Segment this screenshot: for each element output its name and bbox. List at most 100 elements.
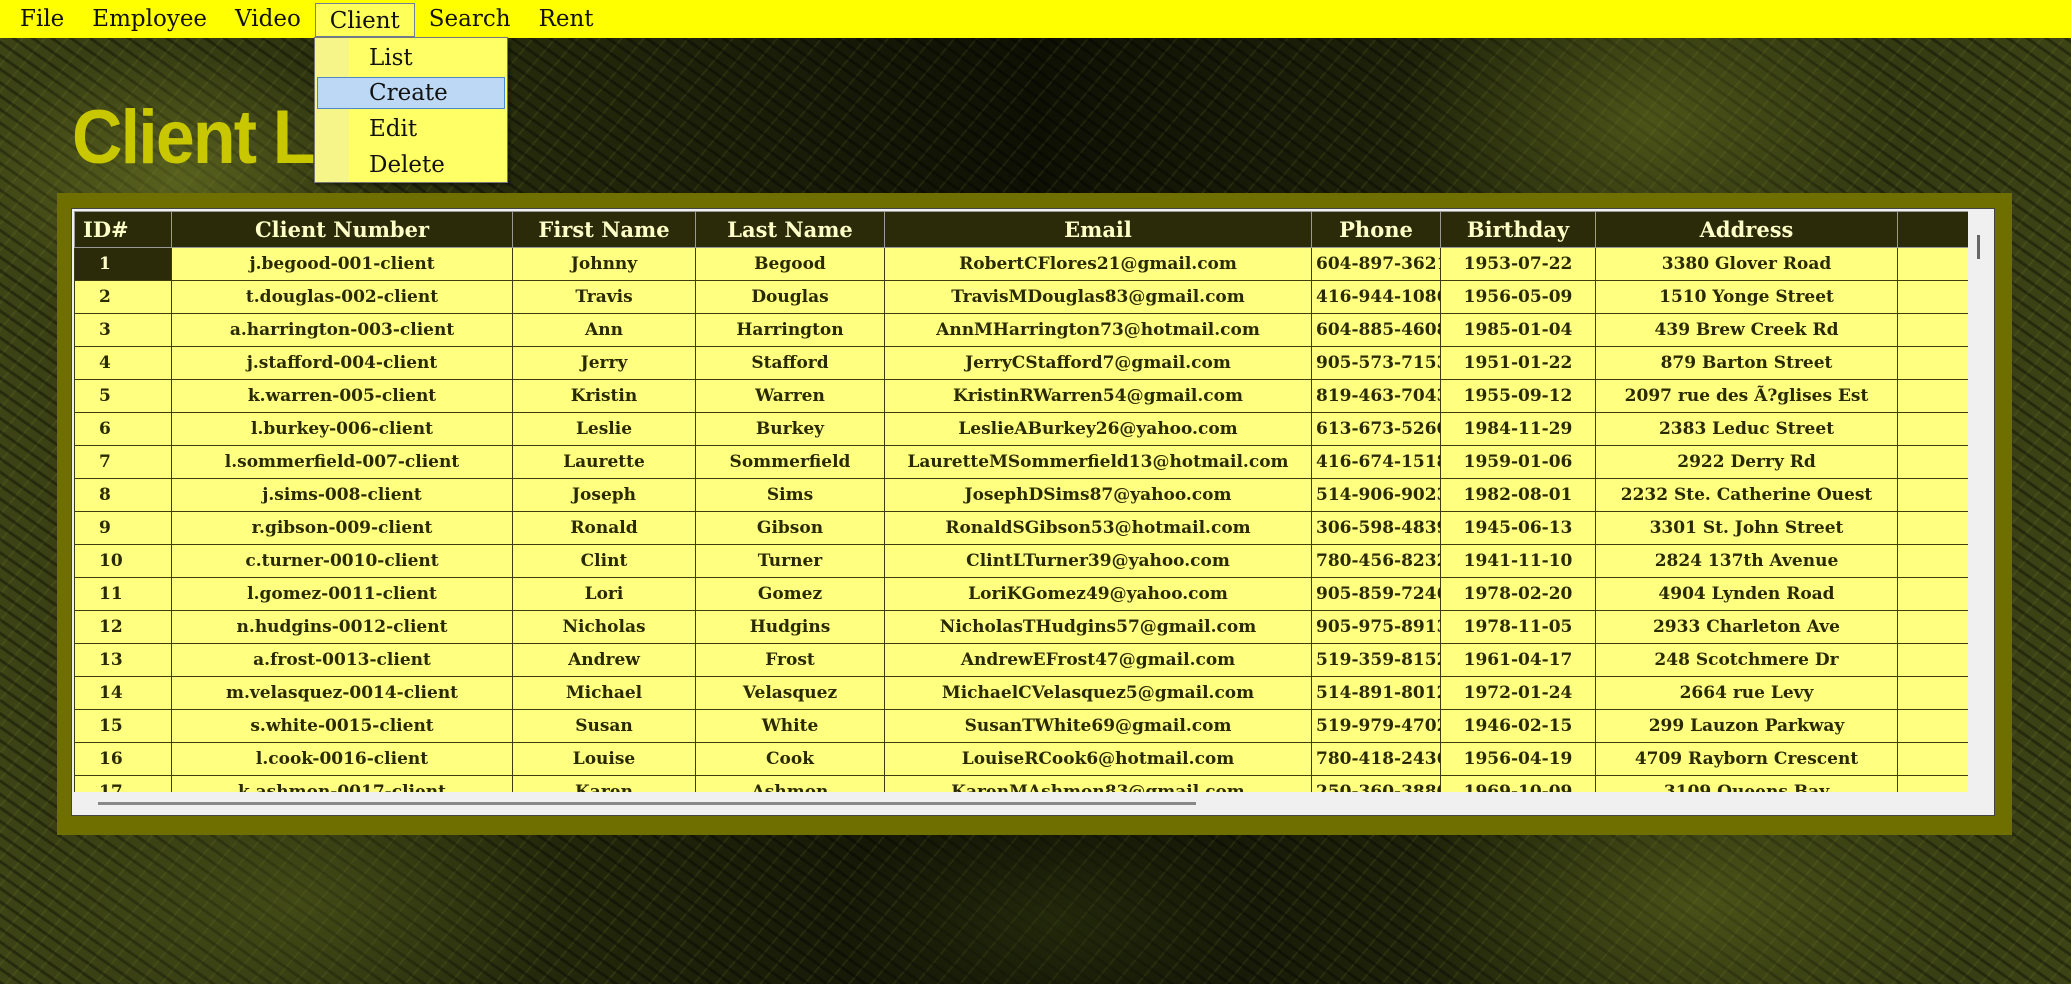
- cell-address[interactable]: 4904 Lynden Road: [1595, 577, 1898, 611]
- cell-last-name[interactable]: Sims: [695, 478, 885, 512]
- cell-first-name[interactable]: Laurette: [512, 445, 696, 479]
- column-header-client-number[interactable]: Client Number: [171, 211, 513, 248]
- cell-email[interactable]: NicholasTHudgins57@gmail.com: [884, 610, 1312, 644]
- cell-last-name[interactable]: Turner: [695, 544, 885, 578]
- menu-client[interactable]: Client: [314, 3, 415, 37]
- cell-first-name[interactable]: Ronald: [512, 511, 696, 545]
- table-row[interactable]: 6 l.burkey-006-client Leslie Burkey LeslieAB…: [74, 412, 1968, 446]
- table-row[interactable]: 1 j.begood-001-client Johnny Begood RobertCF…: [74, 247, 1968, 281]
- cell-client-number[interactable]: c.turner-0010-client: [171, 544, 513, 578]
- cell-last-name[interactable]: Hudgins: [695, 610, 885, 644]
- cell-first-name[interactable]: Karen: [512, 775, 696, 792]
- cell-first-name[interactable]: Lori: [512, 577, 696, 611]
- cell-phone[interactable]: 519-359-8152: [1311, 643, 1441, 677]
- cell-client-number[interactable]: t.douglas-002-client: [171, 280, 513, 314]
- table-row[interactable]: 10 c.turner-0010-client Clint Turner ClintLT…: [74, 544, 1968, 578]
- cell-extra[interactable]: [1897, 346, 1968, 380]
- cell-address[interactable]: 2232 Ste. Catherine Ouest: [1595, 478, 1898, 512]
- column-header-id[interactable]: ID#: [74, 211, 172, 248]
- cell-address[interactable]: 2933 Charleton Ave: [1595, 610, 1898, 644]
- cell-first-name[interactable]: Clint: [512, 544, 696, 578]
- cell-address[interactable]: 299 Lauzon Parkway: [1595, 709, 1898, 743]
- cell-client-number[interactable]: s.white-0015-client: [171, 709, 513, 743]
- menu-rent[interactable]: Rent: [525, 2, 608, 36]
- cell-id[interactable]: 15: [74, 709, 172, 743]
- table-row[interactable]: 5 k.warren-005-client Kristin Warren Kristin…: [74, 379, 1968, 413]
- cell-extra[interactable]: [1897, 313, 1968, 347]
- cell-client-number[interactable]: l.sommerfield-007-client: [171, 445, 513, 479]
- cell-client-number[interactable]: r.gibson-009-client: [171, 511, 513, 545]
- column-header-last-name[interactable]: Last Name: [695, 211, 885, 248]
- menu-item-delete[interactable]: Delete: [317, 149, 505, 181]
- column-header-email[interactable]: Email: [884, 211, 1312, 248]
- cell-id[interactable]: 1: [74, 247, 172, 281]
- cell-email[interactable]: JosephDSims87@yahoo.com: [884, 478, 1312, 512]
- cell-extra[interactable]: [1897, 742, 1968, 776]
- menu-item-create[interactable]: Create: [317, 77, 505, 109]
- cell-first-name[interactable]: Louise: [512, 742, 696, 776]
- cell-id[interactable]: 7: [74, 445, 172, 479]
- column-header-phone[interactable]: Phone: [1311, 211, 1441, 248]
- cell-first-name[interactable]: Kristin: [512, 379, 696, 413]
- cell-last-name[interactable]: Cook: [695, 742, 885, 776]
- cell-client-number[interactable]: j.stafford-004-client: [171, 346, 513, 380]
- table-row[interactable]: 9 r.gibson-009-client Ronald Gibson RonaldSG…: [74, 511, 1968, 545]
- cell-birthday[interactable]: 1946-02-15: [1440, 709, 1596, 743]
- cell-phone[interactable]: 819-463-7043: [1311, 379, 1441, 413]
- cell-client-number[interactable]: k.warren-005-client: [171, 379, 513, 413]
- cell-phone[interactable]: 780-456-8232: [1311, 544, 1441, 578]
- table-row[interactable]: 13 a.frost-0013-client Andrew Frost AndrewEF…: [74, 643, 1968, 677]
- table-row[interactable]: 3 a.harrington-003-client Ann Harrington Ann…: [74, 313, 1968, 347]
- cell-phone[interactable]: 306-598-4839: [1311, 511, 1441, 545]
- cell-first-name[interactable]: Leslie: [512, 412, 696, 446]
- cell-first-name[interactable]: Susan: [512, 709, 696, 743]
- cell-phone[interactable]: 416-674-1518: [1311, 445, 1441, 479]
- cell-extra[interactable]: [1897, 709, 1968, 743]
- cell-id[interactable]: 14: [74, 676, 172, 710]
- cell-last-name[interactable]: Ashmon: [695, 775, 885, 792]
- cell-birthday[interactable]: 1955-09-12: [1440, 379, 1596, 413]
- cell-birthday[interactable]: 1984-11-29: [1440, 412, 1596, 446]
- cell-first-name[interactable]: Michael: [512, 676, 696, 710]
- cell-extra[interactable]: [1897, 544, 1968, 578]
- cell-email[interactable]: SusanTWhite69@gmail.com: [884, 709, 1312, 743]
- cell-last-name[interactable]: Stafford: [695, 346, 885, 380]
- cell-client-number[interactable]: l.gomez-0011-client: [171, 577, 513, 611]
- cell-extra[interactable]: [1897, 280, 1968, 314]
- cell-address[interactable]: 439 Brew Creek Rd: [1595, 313, 1898, 347]
- cell-client-number[interactable]: m.velasquez-0014-client: [171, 676, 513, 710]
- cell-client-number[interactable]: j.sims-008-client: [171, 478, 513, 512]
- cell-client-number[interactable]: k.ashmon-0017-client: [171, 775, 513, 792]
- table-row[interactable]: 17 k.ashmon-0017-client Karen Ashmon KarenMA…: [74, 775, 1968, 792]
- cell-birthday[interactable]: 1953-07-22: [1440, 247, 1596, 281]
- cell-first-name[interactable]: Nicholas: [512, 610, 696, 644]
- column-header-first-name[interactable]: First Name: [512, 211, 696, 248]
- cell-first-name[interactable]: Joseph: [512, 478, 696, 512]
- cell-extra[interactable]: [1897, 643, 1968, 677]
- menu-search[interactable]: Search: [415, 2, 525, 36]
- table-row[interactable]: 2 t.douglas-002-client Travis Douglas Travis…: [74, 280, 1968, 314]
- table-row[interactable]: 8 j.sims-008-client Joseph Sims JosephDSims8…: [74, 478, 1968, 512]
- cell-extra[interactable]: [1897, 610, 1968, 644]
- cell-address[interactable]: 2097 rue des Ã?glises Est: [1595, 379, 1898, 413]
- cell-last-name[interactable]: Harrington: [695, 313, 885, 347]
- cell-email[interactable]: RobertCFlores21@gmail.com: [884, 247, 1312, 281]
- table-row[interactable]: 11 l.gomez-0011-client Lori Gomez LoriKGomez…: [74, 577, 1968, 611]
- cell-last-name[interactable]: Sommerfield: [695, 445, 885, 479]
- cell-address[interactable]: 1510 Yonge Street: [1595, 280, 1898, 314]
- cell-phone[interactable]: 604-885-4608: [1311, 313, 1441, 347]
- cell-last-name[interactable]: Gomez: [695, 577, 885, 611]
- cell-address[interactable]: 879 Barton Street: [1595, 346, 1898, 380]
- cell-phone[interactable]: 519-979-4702: [1311, 709, 1441, 743]
- cell-birthday[interactable]: 1961-04-17: [1440, 643, 1596, 677]
- cell-id[interactable]: 6: [74, 412, 172, 446]
- cell-birthday[interactable]: 1959-01-06: [1440, 445, 1596, 479]
- cell-birthday[interactable]: 1978-11-05: [1440, 610, 1596, 644]
- menu-item-list[interactable]: List: [317, 42, 505, 74]
- cell-client-number[interactable]: a.frost-0013-client: [171, 643, 513, 677]
- cell-phone[interactable]: 780-418-2436: [1311, 742, 1441, 776]
- cell-client-number[interactable]: l.burkey-006-client: [171, 412, 513, 446]
- cell-id[interactable]: 16: [74, 742, 172, 776]
- cell-phone[interactable]: 905-573-7153: [1311, 346, 1441, 380]
- cell-address[interactable]: 3301 St. John Street: [1595, 511, 1898, 545]
